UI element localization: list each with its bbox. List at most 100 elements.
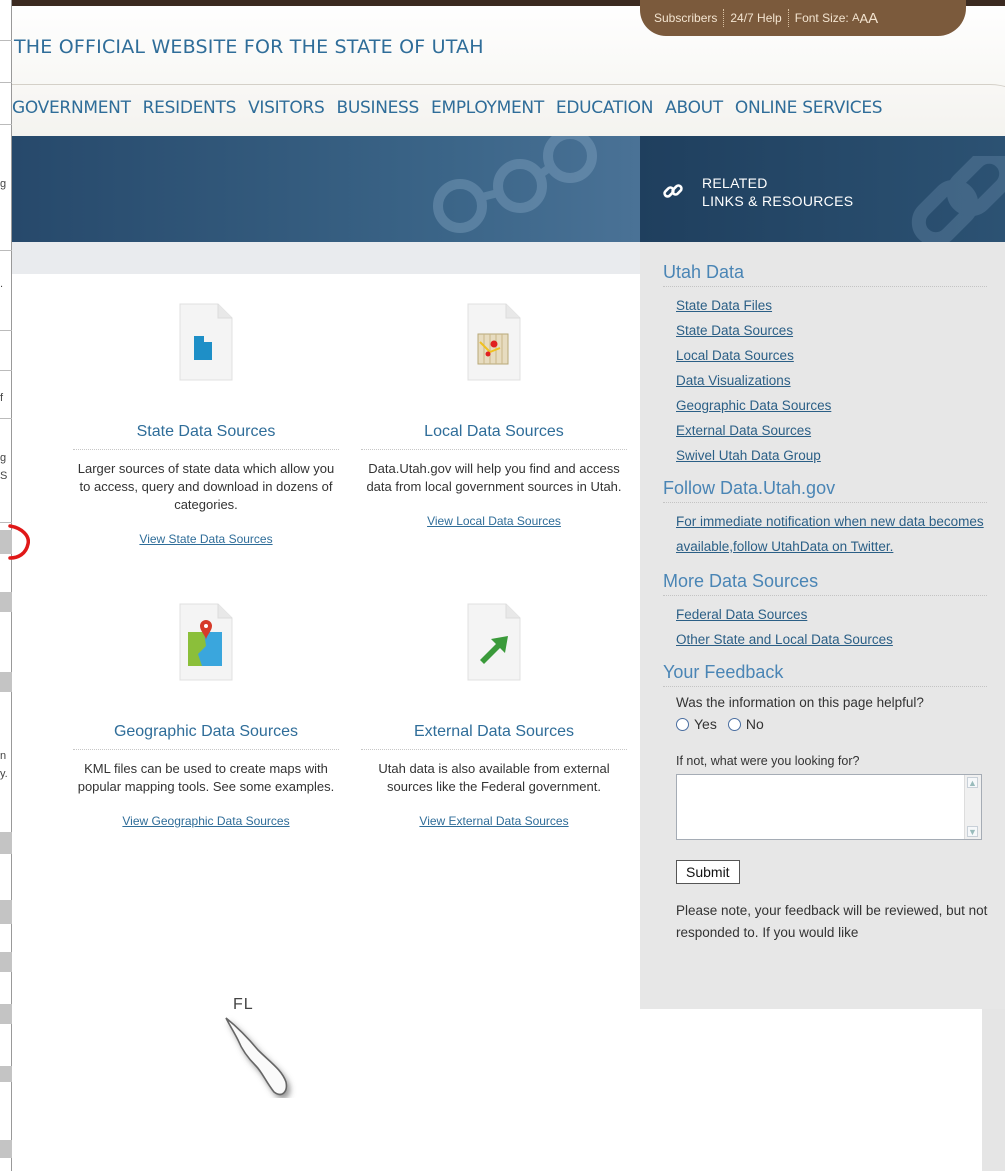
page-banner (0, 136, 640, 242)
submit-button[interactable]: Submit (676, 860, 740, 884)
clipped-text: . (0, 278, 4, 290)
federal-data-sources-link[interactable]: Federal Data Sources (676, 607, 807, 622)
card-description: Utah data is also available from externa… (378, 761, 610, 794)
card-title: Geographic Data Sources (73, 723, 339, 750)
main-content: State Data Sources Larger sources of sta… (0, 274, 640, 1009)
card-geographic-data-sources: Geographic Data Sources KML files can be… (73, 602, 339, 828)
card-description: Larger sources of state data which allow… (77, 461, 335, 512)
content-topbar (0, 242, 640, 274)
help-link[interactable]: 24/7 Help (730, 11, 781, 25)
nav-about[interactable]: ABOUT (665, 98, 723, 118)
feedback-question: Was the information on this page helpful… (676, 695, 924, 710)
list-item: State Data Files (676, 293, 1005, 318)
clipped-block (0, 952, 12, 972)
list-item: State Data Sources (676, 318, 1005, 343)
clipped-text: g (0, 178, 7, 190)
follow-twitter-link[interactable]: For immediate notification when new data… (676, 509, 987, 559)
more-data-links: Federal Data Sources Other State and Loc… (676, 602, 1005, 652)
chain-graphic (911, 156, 1005, 242)
background-window-edge: g . f g S n y. (0, 0, 12, 1171)
card-description: KML files can be used to create maps wit… (77, 761, 335, 794)
clipped-block (0, 900, 12, 924)
list-item: Swivel Utah Data Group (676, 443, 1005, 468)
utah-data-heading: Utah Data (663, 262, 987, 287)
yes-label: Yes (694, 716, 717, 732)
divider (0, 250, 12, 251)
utility-separator (723, 9, 725, 27)
divider (0, 40, 12, 41)
no-radio[interactable] (727, 717, 741, 731)
clipped-block (0, 672, 12, 692)
nav-online-services[interactable]: ONLINE SERVICES (735, 98, 883, 118)
font-size-small-button[interactable]: A (852, 12, 859, 24)
related-banner: RELATED LINKS & RESOURCES (640, 136, 1005, 242)
more-data-sources-heading: More Data Sources (663, 571, 987, 596)
swivel-utah-data-group-link[interactable]: Swivel Utah Data Group (676, 448, 821, 463)
clipped-block (0, 592, 12, 612)
list-item: Other State and Local Data Sources (676, 627, 1005, 652)
florida-map-shape (225, 1017, 288, 1096)
state-data-files-link[interactable]: State Data Files (676, 298, 772, 313)
scroll-down-icon[interactable]: ▼ (967, 826, 978, 837)
overlay-edge (982, 1009, 1005, 1171)
view-external-data-sources-link[interactable]: View External Data Sources (361, 814, 627, 828)
font-size-large-button[interactable]: A (868, 10, 878, 27)
clipped-block (0, 1066, 12, 1082)
divider (0, 82, 12, 83)
divider (0, 124, 12, 125)
view-local-data-sources-link[interactable]: View Local Data Sources (361, 514, 627, 528)
utility-separator (787, 9, 789, 27)
card-title: External Data Sources (361, 723, 627, 750)
local-map-document-icon (467, 303, 521, 381)
feedback-radio-group: Yes No (676, 716, 1005, 732)
related-sidebar: Utah Data State Data Files State Data So… (640, 242, 1005, 1009)
clipped-text: f (0, 392, 4, 404)
nav-employment[interactable]: EMPLOYMENT (431, 98, 544, 118)
scroll-up-icon[interactable]: ▲ (967, 777, 978, 788)
view-state-data-sources-link[interactable]: View State Data Sources (73, 532, 339, 546)
clipped-block (0, 832, 12, 854)
utility-bar: Subscribers 24/7 Help Font Size: A A A (640, 0, 966, 36)
clipped-block (0, 1004, 12, 1024)
related-title: RELATED LINKS & RESOURCES (702, 174, 853, 210)
feedback-prompt: If not, what were you looking for? (676, 754, 860, 768)
clipped-text: S (0, 470, 8, 482)
chain-graphic (433, 136, 597, 233)
local-data-sources-link[interactable]: Local Data Sources (676, 348, 794, 363)
nav-government[interactable]: GOVERNMENT (12, 98, 131, 118)
nav-visitors[interactable]: VISITORS (248, 98, 325, 118)
feedback-note: Please note, your feedback will be revie… (676, 903, 988, 940)
font-size-medium-button[interactable]: A (859, 11, 868, 26)
card-description: Data.Utah.gov will help you find and acc… (366, 461, 622, 494)
yes-radio[interactable] (676, 717, 689, 731)
view-geographic-data-sources-link[interactable]: View Geographic Data Sources (73, 814, 339, 828)
clipped-text: n (0, 750, 7, 762)
data-visualizations-link[interactable]: Data Visualizations (676, 373, 791, 388)
site-tagline: THE OFFICIAL WEBSITE FOR THE STATE OF UT… (14, 36, 484, 58)
divider (0, 418, 12, 419)
nav-business[interactable]: BUSINESS (336, 98, 419, 118)
no-label: No (745, 716, 764, 732)
geographic-map-document-icon (179, 603, 233, 681)
card-external-data-sources: External Data Sources Utah data is also … (361, 602, 627, 828)
geographic-data-sources-link[interactable]: Geographic Data Sources (676, 398, 831, 413)
clipped-text: g (0, 452, 7, 464)
list-item: Federal Data Sources (676, 602, 1005, 627)
subscribers-link[interactable]: Subscribers (654, 11, 717, 25)
font-size-label: Font Size: (794, 11, 849, 25)
related-title-line1: RELATED (702, 175, 768, 191)
state-data-sources-link[interactable]: State Data Sources (676, 323, 793, 338)
card-state-data-sources: State Data Sources Larger sources of sta… (73, 302, 339, 546)
feedback-textarea[interactable]: ▲ ▼ (676, 774, 982, 840)
nav-education[interactable]: EDUCATION (556, 98, 654, 118)
external-data-sources-link[interactable]: External Data Sources (676, 423, 811, 438)
list-item: Geographic Data Sources (676, 393, 1005, 418)
clipped-text: y. (0, 768, 8, 780)
main-nav: GOVERNMENT RESIDENTS VISITORS BUSINESS E… (12, 98, 883, 118)
external-arrow-document-icon (467, 603, 521, 681)
other-state-local-link[interactable]: Other State and Local Data Sources (676, 632, 893, 647)
clipped-block (0, 1140, 12, 1158)
list-item: External Data Sources (676, 418, 1005, 443)
nav-residents[interactable]: RESIDENTS (143, 98, 237, 118)
utah-data-links: State Data Files State Data Sources Loca… (676, 293, 1005, 468)
